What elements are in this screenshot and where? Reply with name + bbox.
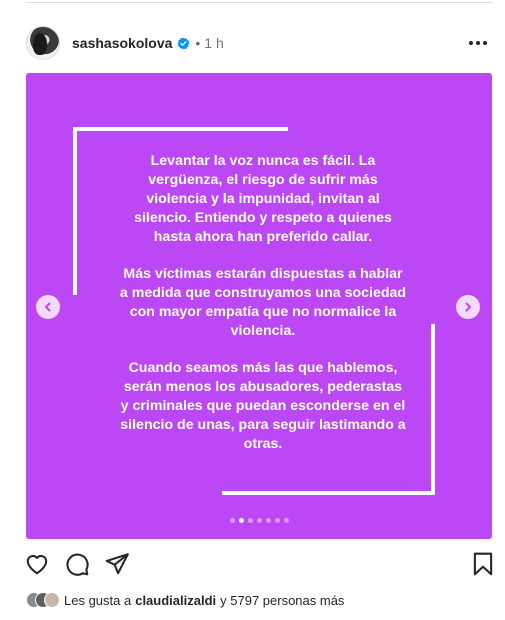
- more-options-button[interactable]: [466, 33, 490, 53]
- carousel-dot: [229, 518, 235, 523]
- heart-icon: [26, 555, 48, 575]
- carousel-dot: [265, 518, 271, 523]
- author-username[interactable]: sashasokolova: [72, 35, 172, 51]
- frame-line-bottom: [222, 491, 435, 495]
- quote-text: Levantar la voz nunca es fácil. La vergü…: [118, 152, 408, 472]
- bookmark-icon: [473, 552, 493, 576]
- carousel-dot-active: [238, 518, 244, 523]
- carousel-dot: [274, 518, 280, 523]
- quote-paragraph: Levantar la voz nunca es fácil. La vergü…: [134, 153, 392, 245]
- chevron-right-icon: [465, 302, 471, 312]
- frame-line-left: [73, 127, 77, 295]
- likes-summary: Les gusta a claudializaldi y 5797 person…: [26, 591, 344, 609]
- carousel-dot: [247, 518, 253, 523]
- carousel-dot: [256, 518, 262, 523]
- frame-line-right: [431, 324, 435, 495]
- header-separator: •: [195, 35, 201, 51]
- carousel-prev-button[interactable]: [36, 295, 60, 319]
- post-header: sashasokolova • 1 h: [26, 26, 492, 60]
- save-button[interactable]: [470, 551, 496, 577]
- top-divider: [26, 2, 492, 3]
- quote-paragraph: Más víctimas estarán dispuestas a hablar…: [119, 266, 407, 339]
- frame-line-top: [73, 127, 288, 131]
- likes-user-link[interactable]: claudializaldi: [135, 593, 216, 608]
- like-button[interactable]: [24, 551, 50, 577]
- likes-suffix[interactable]: y 5797 personas más: [220, 593, 344, 608]
- likes-prefix: Les gusta a: [64, 592, 132, 608]
- author-avatar[interactable]: [26, 26, 60, 60]
- post-actions: [24, 551, 493, 579]
- liker-avatars: [26, 592, 60, 608]
- share-button[interactable]: [104, 551, 130, 577]
- verified-badge-icon: [177, 37, 190, 49]
- carousel-dot: [283, 518, 289, 523]
- post-media[interactable]: Levantar la voz nunca es fácil. La vergü…: [26, 73, 492, 539]
- comment-icon: [66, 553, 89, 576]
- post-time[interactable]: 1 h: [204, 35, 223, 51]
- liker-avatar: [44, 592, 60, 608]
- carousel-next-button[interactable]: [456, 295, 480, 319]
- paper-plane-icon: [105, 553, 129, 575]
- carousel-indicator: [26, 518, 492, 523]
- more-horizontal-icon: [469, 41, 473, 45]
- chevron-left-icon: [45, 302, 51, 312]
- comment-button[interactable]: [64, 551, 90, 577]
- quote-paragraph: Cuando seamos más las que hablemos, será…: [120, 360, 406, 452]
